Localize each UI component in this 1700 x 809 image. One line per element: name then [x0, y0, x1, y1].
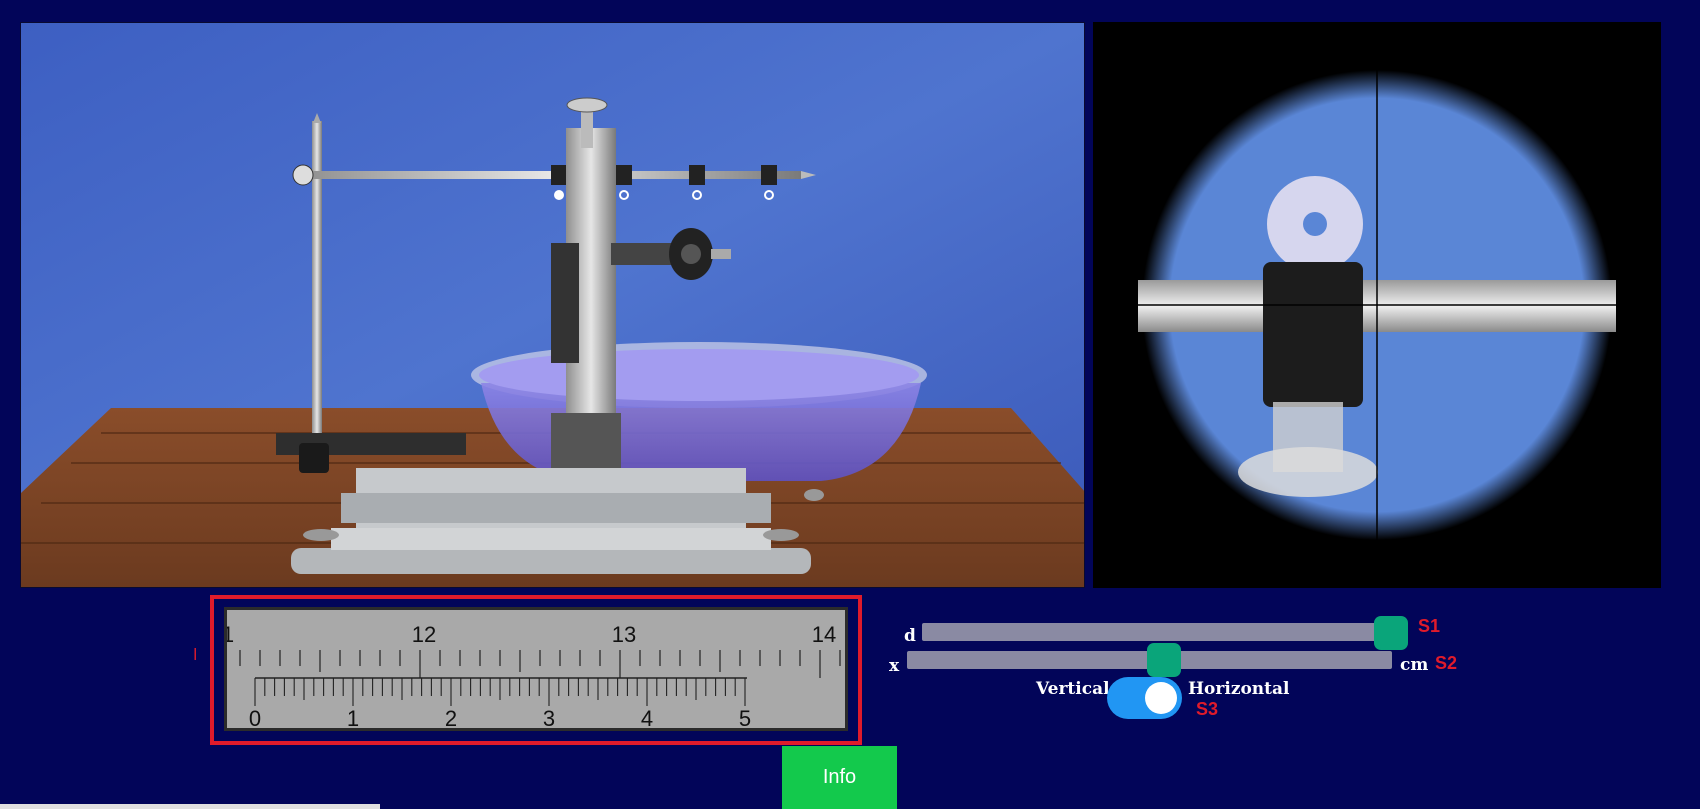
vernier-label: 4 [641, 706, 653, 728]
vernier-label: 0 [249, 706, 261, 728]
x-slider-thumb[interactable] [1147, 643, 1181, 677]
vernier-reading-box: 1 12 13 14 0 1 2 3 4 5 [210, 595, 862, 745]
eyepiece-illustration [1138, 70, 1618, 542]
main-scale-label: 13 [612, 622, 636, 647]
x-slider-track[interactable] [907, 643, 1392, 677]
d-slider-label: d [904, 626, 916, 646]
unit-label: cm [1400, 655, 1429, 675]
vernier-label: 5 [739, 706, 751, 728]
main-scale-label: 12 [412, 622, 436, 647]
x-slider-label: x [889, 656, 900, 676]
s3-tag: S3 [1196, 699, 1219, 719]
travelling-microscope-illustration [21, 23, 1084, 587]
vernier-label: 3 [543, 706, 555, 728]
vernier-label: 1 [347, 706, 359, 728]
d-slider-track[interactable] [922, 616, 1408, 650]
main-scale-label: 1 [227, 622, 234, 647]
bottom-progress-bar [0, 804, 380, 809]
s2-tag: S2 [1435, 653, 1458, 673]
s1-tag: S1 [1418, 616, 1441, 636]
vernier-scale-graphic: 1 12 13 140 1 2 3 4 5 [222, 622, 841, 731]
vernier-scale: 1 12 13 14 0 1 2 3 4 5 [222, 607, 848, 731]
main-scale-label: 14 [812, 622, 836, 647]
eyepiece-view [1093, 22, 1661, 588]
apparatus-scene[interactable] [20, 22, 1085, 588]
ruler-side-label: l [193, 645, 198, 664]
orientation-toggle[interactable] [1107, 677, 1182, 719]
toggle-left-label: Vertical [1036, 679, 1110, 699]
toggle-knob [1145, 682, 1177, 714]
info-button[interactable]: Info [782, 746, 897, 809]
vernier-label: 2 [445, 706, 457, 728]
d-slider-thumb[interactable] [1374, 616, 1408, 650]
toggle-right-label: Horizontal [1188, 679, 1290, 699]
